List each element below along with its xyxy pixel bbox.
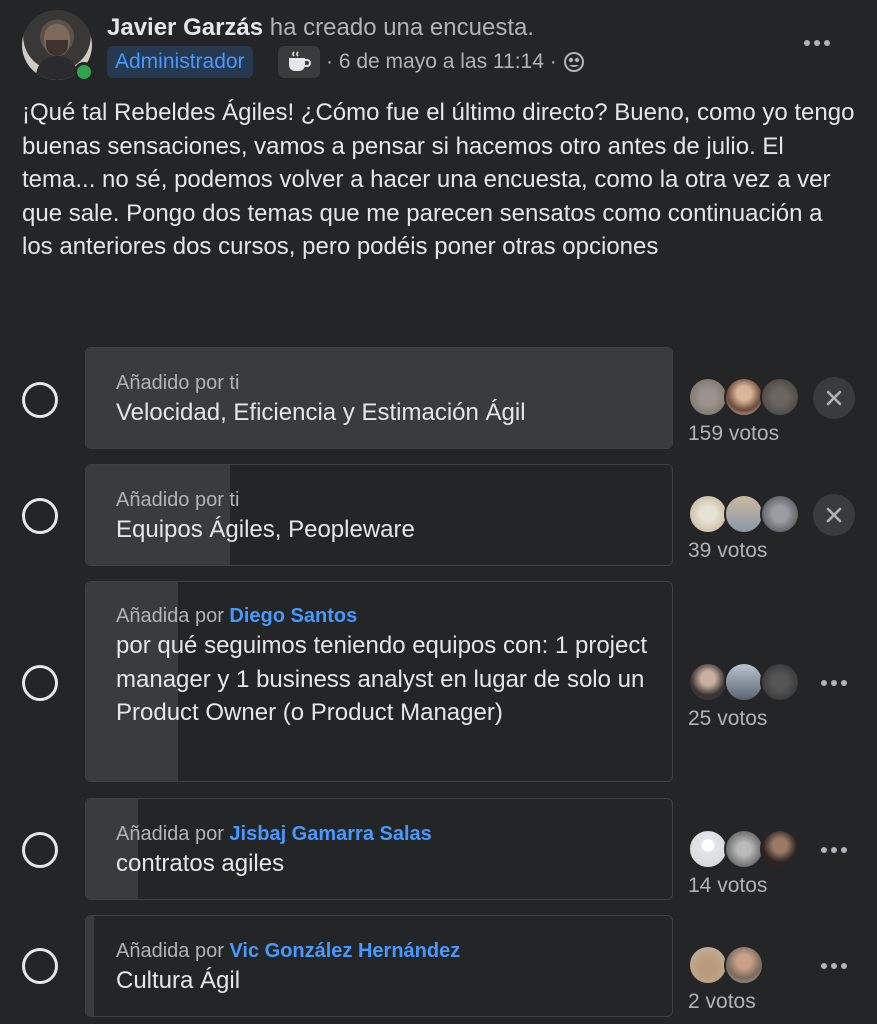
author-link[interactable]: Vic González Hernández: [229, 940, 460, 962]
poll-option[interactable]: Añadida por Jisbaj Gamarra Salas contrat…: [85, 798, 673, 900]
close-icon: [826, 507, 842, 523]
poll-option-added-by: Añadida por Diego Santos: [116, 605, 358, 627]
close-icon: [826, 390, 842, 406]
option-more-button[interactable]: [816, 665, 852, 701]
poll-option-radio[interactable]: [22, 665, 58, 701]
voter-avatar[interactable]: [688, 494, 728, 534]
votes-count[interactable]: 14 votos: [688, 874, 767, 898]
voter-avatar[interactable]: [724, 377, 764, 417]
more-icon: [821, 680, 847, 686]
author-link[interactable]: Jisbaj Gamarra Salas: [229, 823, 431, 845]
poll-option-label: Cultura Ágil: [116, 967, 241, 994]
online-status-dot: [74, 62, 94, 82]
poll-option-radio[interactable]: [22, 498, 58, 534]
votes-count[interactable]: 25 votos: [688, 707, 767, 731]
voter-avatar[interactable]: [688, 829, 728, 869]
voter-avatars[interactable]: [688, 945, 808, 985]
option-more-button[interactable]: [816, 948, 852, 984]
author-line: Javier Garzás ha creado una encuesta.: [107, 14, 534, 42]
voter-avatar[interactable]: [724, 662, 764, 702]
voter-avatar[interactable]: [760, 662, 800, 702]
poll-option[interactable]: Añadido por ti Equipos Ágiles, Peoplewar…: [85, 464, 673, 566]
poll-option[interactable]: Añadida por Vic González Hernández Cultu…: [85, 915, 673, 1017]
coffee-badge[interactable]: [278, 46, 320, 78]
voter-avatars[interactable]: [688, 377, 808, 417]
post-timestamp[interactable]: · 6 de mayo a las 11:14 ·: [326, 50, 557, 74]
poll-option-label: Velocidad, Eficiencia y Estimación Ágil: [116, 399, 526, 426]
admin-badge[interactable]: Administrador: [107, 46, 253, 78]
poll-option[interactable]: Añadida por Diego Santos por qué seguimo…: [85, 581, 673, 782]
voter-avatar[interactable]: [760, 377, 800, 417]
poll-option-label: por qué seguimos teniendo equipos con: 1…: [116, 632, 648, 726]
votes-count[interactable]: 39 votos: [688, 539, 767, 563]
voter-avatars[interactable]: [688, 829, 808, 869]
post-options-button[interactable]: [800, 26, 834, 60]
post-header: Javier Garzás ha creado una encuesta. Ad…: [0, 0, 877, 90]
post-action-text: ha creado una encuesta.: [269, 14, 534, 41]
voter-avatar[interactable]: [724, 945, 764, 985]
more-icon: [804, 40, 830, 46]
remove-vote-button[interactable]: [813, 377, 855, 419]
voter-avatars[interactable]: [688, 494, 808, 534]
voter-avatar[interactable]: [688, 377, 728, 417]
poll-option[interactable]: Añadido por ti Velocidad, Eficiencia y E…: [85, 347, 673, 449]
poll-option-radio[interactable]: [22, 832, 58, 868]
poll-option-radio[interactable]: [22, 382, 58, 418]
voter-avatar[interactable]: [760, 829, 800, 869]
poll-option-label: contratos agiles: [116, 850, 285, 877]
voter-avatar[interactable]: [724, 494, 764, 534]
poll-option-added-by: Añadida por Jisbaj Gamarra Salas: [116, 823, 432, 845]
more-icon: [821, 963, 847, 969]
poll-option-label: Equipos Ágiles, Peopleware: [116, 516, 415, 543]
voter-avatar[interactable]: [724, 829, 764, 869]
remove-vote-button[interactable]: [813, 494, 855, 536]
voter-avatars[interactable]: [688, 662, 808, 702]
poll-option-radio[interactable]: [22, 948, 58, 984]
voter-avatar[interactable]: [760, 494, 800, 534]
globe-icon[interactable]: [563, 51, 585, 73]
poll-option-added-by: Añadido por ti: [116, 489, 240, 511]
author-link[interactable]: Diego Santos: [229, 605, 357, 627]
coffee-icon: [289, 51, 311, 71]
post-body: ¡Qué tal Rebeldes Ágiles! ¿Cómo fue el ú…: [22, 99, 855, 260]
votes-count[interactable]: 2 votos: [688, 990, 756, 1014]
poll-option-added-by: Añadido por ti: [116, 372, 240, 394]
poll-option-added-by: Añadida por Vic González Hernández: [116, 940, 461, 962]
votes-count[interactable]: 159 votos: [688, 422, 779, 446]
post-meta: · 6 de mayo a las 11:14 ·: [326, 50, 585, 74]
voter-avatar[interactable]: [688, 945, 728, 985]
more-icon: [821, 847, 847, 853]
author-name[interactable]: Javier Garzás: [107, 14, 263, 41]
voter-avatar[interactable]: [688, 662, 728, 702]
option-more-button[interactable]: [816, 832, 852, 868]
